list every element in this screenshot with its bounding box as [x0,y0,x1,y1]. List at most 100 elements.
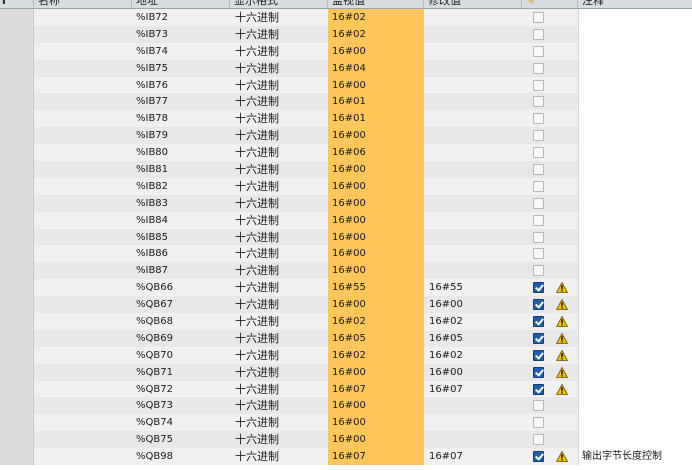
modify-checkbox[interactable] [533,62,544,74]
name-cell[interactable] [34,296,131,313]
table-row[interactable]: %IB72 十六进制 16#02 [0,9,692,26]
table-row[interactable]: %IB78 十六进制 16#01 [0,110,692,128]
table-row[interactable]: %IB84 十六进制 16#00 [0,211,692,229]
modify-value-cell[interactable]: 16#55 [424,279,522,296]
name-cell[interactable] [34,93,131,110]
display-format-cell[interactable]: 十六进制 [235,212,279,229]
modify-checkbox[interactable] [533,96,544,108]
modify-value-cell[interactable] [424,77,522,94]
modify-checkbox[interactable] [533,231,544,243]
name-cell[interactable] [34,60,131,77]
display-format-cell[interactable]: 十六进制 [235,381,279,398]
table-row[interactable]: %IB75 十六进制 16#04 [0,59,692,77]
display-format-cell[interactable]: 十六进制 [235,262,279,279]
name-cell[interactable] [34,431,131,448]
table-row[interactable]: %IB83 十六进制 16#00 [0,194,692,212]
display-format-cell[interactable]: 十六进制 [235,127,279,144]
modify-checkbox[interactable] [533,400,544,412]
table-row[interactable]: %QB71 十六进制 16#00 16#00 [0,363,692,381]
display-format-cell[interactable]: 十六进制 [235,9,279,26]
header-comment[interactable]: 注释 [578,0,692,8]
modify-checkbox[interactable] [533,417,544,429]
table-row[interactable]: %IB85 十六进制 16#00 [0,228,692,246]
address-cell[interactable]: %IB75 [136,60,168,77]
table-row[interactable]: %IB81 十六进制 16#00 [0,161,692,178]
modify-checkbox[interactable] [533,383,544,395]
name-cell[interactable] [34,77,131,94]
row-header[interactable] [0,245,34,263]
display-format-cell[interactable]: 十六进制 [235,279,279,296]
name-cell[interactable] [34,279,131,296]
row-header[interactable] [0,9,34,26]
address-cell[interactable]: %IB85 [136,229,168,246]
modify-checkbox[interactable] [533,349,544,361]
name-cell[interactable] [34,178,131,195]
modify-checkbox[interactable] [533,79,544,91]
row-header[interactable] [0,110,34,128]
modify-checkbox[interactable] [533,451,544,463]
table-row[interactable]: %QB66 十六进制 16#55 16#55 [0,279,692,297]
display-format-cell[interactable]: 十六进制 [235,43,279,60]
display-format-cell[interactable]: 十六进制 [235,229,279,246]
header-monitor-value[interactable]: 监视值 [328,0,424,8]
modify-value-cell[interactable] [424,110,522,127]
modify-checkbox[interactable] [533,282,544,294]
address-cell[interactable]: %IB77 [136,93,168,110]
modify-value-cell[interactable] [424,178,522,195]
modify-checkbox[interactable] [533,164,544,176]
header-display-format[interactable]: 显示格式 [230,0,328,8]
modify-value-cell[interactable]: 16#05 [424,330,522,347]
row-header[interactable] [0,177,34,195]
name-cell[interactable] [34,195,131,212]
row-header[interactable] [0,76,34,94]
name-cell[interactable] [34,347,131,364]
table-row[interactable]: %IB74 十六进制 16#00 [0,42,692,60]
table-row[interactable]: %QB72 十六进制 16#07 16#07 [0,380,692,398]
modify-value-cell[interactable] [424,127,522,144]
table-row[interactable]: %QB70 十六进制 16#02 16#02 [0,346,692,364]
modify-checkbox[interactable] [533,130,544,142]
name-cell[interactable] [34,414,131,431]
row-header[interactable] [0,414,34,432]
row-header[interactable] [0,25,34,43]
modify-checkbox[interactable] [533,197,544,209]
address-cell[interactable]: %QB70 [136,347,173,364]
display-format-cell[interactable]: 十六进制 [235,364,279,381]
name-cell[interactable] [34,313,131,330]
display-format-cell[interactable]: 十六进制 [235,195,279,212]
modify-value-cell[interactable] [424,229,522,246]
address-cell[interactable]: %IB79 [136,127,168,144]
row-header[interactable] [0,380,34,398]
address-cell[interactable]: %QB98 [136,448,173,465]
name-cell[interactable] [34,262,131,279]
modify-value-cell[interactable]: 16#00 [424,364,522,381]
modify-value-cell[interactable] [424,195,522,212]
name-cell[interactable] [34,161,131,178]
row-header[interactable] [0,431,34,449]
modify-checkbox[interactable] [533,248,544,260]
modify-value-cell[interactable] [424,161,522,178]
name-cell[interactable] [34,43,131,60]
row-header[interactable] [0,59,34,77]
display-format-cell[interactable]: 十六进制 [235,161,279,178]
modify-value-cell[interactable]: 16#02 [424,313,522,330]
modify-value-cell[interactable] [424,9,522,26]
address-cell[interactable]: %QB74 [136,414,173,431]
table-row[interactable]: %IB77 十六进制 16#01 [0,93,692,111]
header-modify-icon-cell[interactable]: ✎ [522,0,578,8]
display-format-cell[interactable]: 十六进制 [235,245,279,262]
address-cell[interactable]: %QB73 [136,397,173,414]
table-row[interactable]: %IB87 十六进制 16#00 [0,262,692,280]
modify-value-cell[interactable] [424,26,522,43]
row-header[interactable] [0,144,34,162]
address-cell[interactable]: %QB67 [136,296,173,313]
row-header[interactable] [0,93,34,111]
display-format-cell[interactable]: 十六进制 [235,178,279,195]
table-row[interactable]: %QB74 十六进制 16#00 [0,414,692,432]
modify-value-cell[interactable]: 16#07 [424,448,522,465]
display-format-cell[interactable]: 十六进制 [235,77,279,94]
name-cell[interactable] [34,397,131,414]
row-header[interactable] [0,329,34,347]
row-header[interactable] [0,279,34,297]
modify-checkbox[interactable] [533,113,544,125]
